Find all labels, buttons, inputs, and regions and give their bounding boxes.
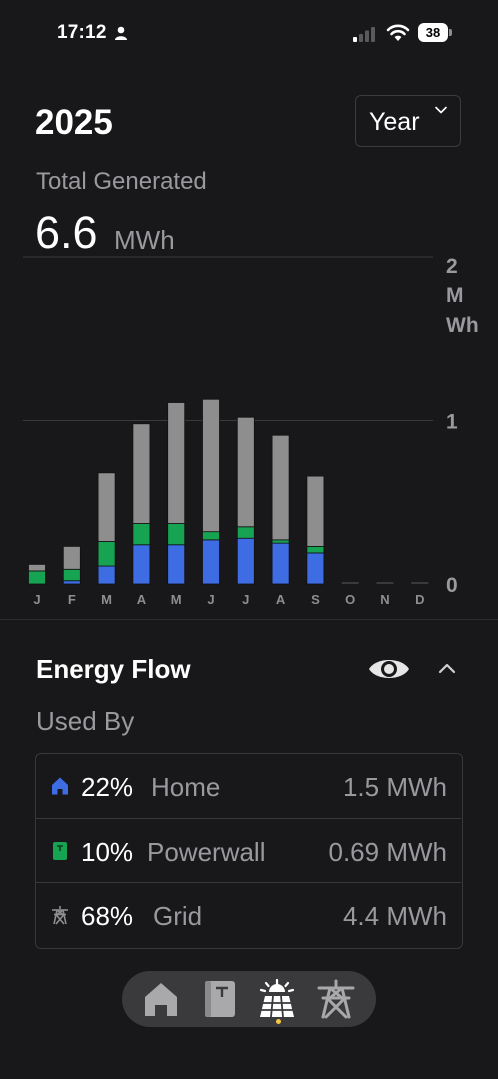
usage-percent: 68%: [81, 901, 134, 931]
chart-bar-segment: [202, 398, 220, 533]
chart-bar-segment: [271, 542, 290, 585]
battery-level: 38: [418, 23, 448, 42]
usage-row-home[interactable]: 22% Home 1.5 MWh: [36, 754, 461, 818]
chart-bar-segment: [202, 539, 220, 585]
usage-value: 4.4 MWh: [342, 901, 447, 931]
y-tick-label: 1: [446, 411, 458, 434]
section-divider: [0, 619, 498, 620]
powerwall-icon[interactable]: [200, 979, 240, 1019]
chart-bar-segment: [28, 563, 46, 572]
eye-icon[interactable]: [367, 654, 411, 684]
monthly-generation-chart[interactable]: 2 1 0 M Wh J F M A M J J A S O N D: [0, 250, 498, 610]
chart-bar-segment: [167, 544, 186, 585]
total-generated-label: Total Generated: [36, 168, 207, 195]
x-tick-label: S: [311, 592, 320, 607]
grid-tower-icon[interactable]: [316, 979, 356, 1019]
usage-row-powerwall[interactable]: 10% Powerwall 0.69 MWh: [36, 818, 461, 883]
bottom-dock: [122, 971, 376, 1027]
x-tick-label: J: [33, 592, 40, 607]
chart-bar-segment: [236, 416, 255, 528]
usage-value: 1.5 MWh: [342, 772, 447, 802]
chart-bar-segment: [97, 565, 116, 585]
active-tab-indicator: [276, 1019, 281, 1024]
wifi-icon: [386, 24, 410, 41]
x-tick-label: A: [137, 592, 147, 607]
usage-percent: 22%: [81, 772, 134, 802]
battery-indicator: 38: [418, 23, 452, 43]
used-by-label: Used By: [36, 706, 135, 736]
chart-bar-segment: [62, 545, 81, 570]
usage-percent: 10%: [81, 837, 134, 867]
usage-table: 22% Home 1.5 MWh 10% Powerwall 0.69 MWh …: [35, 753, 463, 949]
chart-bar-segment: [97, 541, 116, 567]
chevron-down-icon: [435, 106, 447, 114]
x-tick-label: J: [207, 592, 214, 607]
period-select[interactable]: Year: [355, 95, 461, 147]
usage-value: 0.69 MWh: [328, 837, 448, 867]
cell-signal-icon: [353, 27, 375, 42]
chevron-up-icon[interactable]: [437, 661, 457, 675]
chart-bar-segment: [132, 423, 151, 524]
person-icon: [115, 26, 127, 40]
x-tick-label: M: [101, 592, 112, 607]
chart-bar-segment: [306, 552, 325, 585]
chart-bar-segment: [28, 570, 46, 585]
status-time: 17:12: [57, 22, 107, 43]
x-tick-label: A: [276, 592, 286, 607]
home-icon[interactable]: [141, 979, 181, 1019]
period-select-value: Year: [369, 108, 420, 136]
y-unit-label: M: [446, 284, 464, 307]
chart-bar-segment: [62, 568, 81, 582]
page-title: 2025: [35, 103, 113, 142]
chart-bar-segment: [271, 539, 290, 544]
x-tick-label: N: [380, 592, 389, 607]
y-unit-label: Wh: [446, 314, 479, 337]
chart-bar-segment: [62, 580, 81, 585]
usage-name: Home: [151, 772, 221, 802]
usage-name: Grid: [153, 901, 203, 931]
energy-flow-title: Energy Flow: [36, 654, 191, 684]
grid-tower-icon: [52, 906, 68, 925]
chart-bar-segment: [97, 472, 116, 542]
y-tick-label: 2: [446, 255, 458, 278]
chart-bar-segment: [236, 526, 255, 539]
powerwall-icon: [53, 842, 67, 860]
chart-bar-segment: [236, 537, 255, 585]
chart-bar-segment: [132, 523, 151, 546]
chart-bar-segment: [167, 402, 186, 524]
chart-bar-segment: [306, 475, 325, 547]
x-tick-label: F: [68, 592, 76, 607]
usage-name: Powerwall: [147, 837, 266, 867]
house-icon: [52, 777, 68, 795]
chart-bar-segment: [306, 545, 325, 554]
y-tick-label: 0: [446, 574, 458, 597]
solar-icon[interactable]: [257, 979, 297, 1019]
chart-bar-segment: [271, 434, 290, 541]
x-tick-label: J: [242, 592, 249, 607]
x-tick-label: O: [345, 592, 355, 607]
chart-bar-segment: [132, 544, 151, 585]
chart-bar-segment: [167, 523, 186, 546]
x-tick-label: M: [171, 592, 182, 607]
usage-row-grid[interactable]: 68% Grid 4.4 MWh: [36, 882, 461, 947]
x-tick-label: D: [415, 592, 424, 607]
chart-bar-segment: [202, 531, 220, 541]
